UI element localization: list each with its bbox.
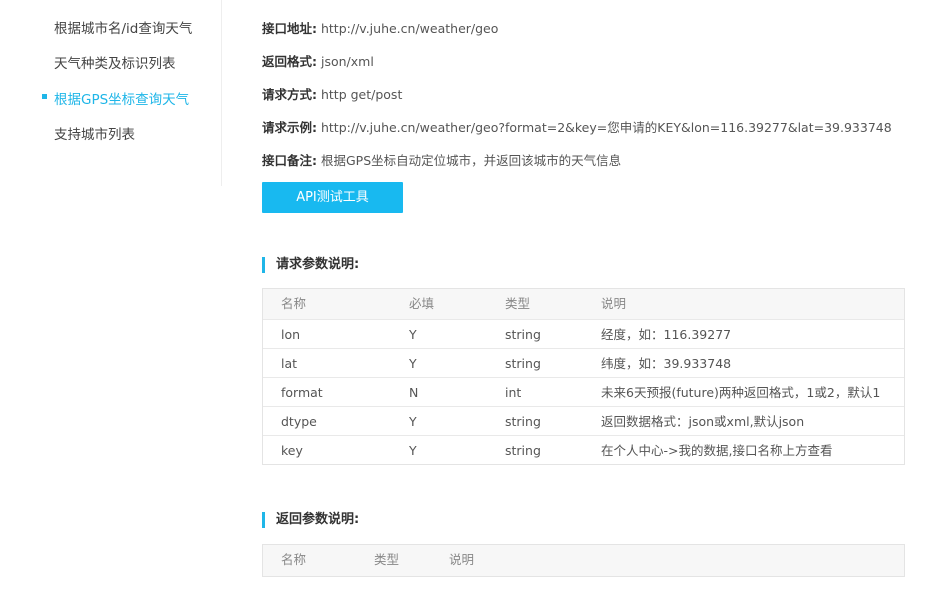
param-type: int xyxy=(505,385,522,400)
column-header-required: 必填 xyxy=(409,296,435,311)
api-url-value: http://v.juhe.cn/weather/geo xyxy=(320,21,499,36)
table-row: lon Y string 经度，如：116.39277 xyxy=(263,319,904,348)
response-params-title: 返回参数说明: xyxy=(262,512,359,528)
api-note-line: 接口备注: 根据GPS坐标自动定位城市，并返回该城市的天气信息 xyxy=(262,150,621,169)
param-description: 返回数据格式：json或xml,默认json xyxy=(601,414,805,429)
api-note-label: 接口备注: xyxy=(262,153,317,168)
active-bullet-icon xyxy=(42,94,47,99)
param-type: string xyxy=(505,414,541,429)
param-name: format xyxy=(281,385,323,400)
request-params-table: 名称 必填 类型 说明 lon Y string 经度，如：116.39277 … xyxy=(262,288,905,465)
request-example-value: http://v.juhe.cn/weather/geo?format=2&ke… xyxy=(320,120,892,135)
request-method-value: http get/post xyxy=(320,87,403,102)
column-header-type: 类型 xyxy=(505,296,531,311)
table-row: dtype Y string 返回数据格式：json或xml,默认json xyxy=(263,406,904,435)
table-header-row: 名称 必填 类型 说明 xyxy=(263,289,904,319)
param-description: 未来6天预报(future)两种返回格式，1或2，默认1 xyxy=(601,385,881,400)
api-url-line: 接口地址: http://v.juhe.cn/weather/geo xyxy=(262,18,498,37)
request-params-title: 请求参数说明: xyxy=(262,257,359,273)
param-required: Y xyxy=(409,414,417,429)
sidebar-item-weather-types[interactable]: 天气种类及标识列表 xyxy=(54,52,176,72)
response-params-table: 名称 类型 说明 xyxy=(262,544,905,577)
param-required: N xyxy=(409,385,419,400)
param-description: 经度，如：116.39277 xyxy=(601,327,732,342)
param-required: Y xyxy=(409,443,417,458)
sidebar-item-city-weather[interactable]: 根据城市名/id查询天气 xyxy=(54,17,192,37)
param-name: dtype xyxy=(281,414,317,429)
request-example-label: 请求示例: xyxy=(262,120,317,135)
sidebar-item-label: 根据GPS坐标查询天气 xyxy=(54,92,190,108)
request-example-line: 请求示例: http://v.juhe.cn/weather/geo?forma… xyxy=(262,117,892,136)
param-required: Y xyxy=(409,356,417,371)
param-type: string xyxy=(505,356,541,371)
request-method-label: 请求方式: xyxy=(262,87,317,102)
param-description: 纬度，如：39.933748 xyxy=(601,356,732,371)
table-row: key Y string 在个人中心->我的数据,接口名称上方查看 xyxy=(263,435,904,464)
sidebar-nav: 根据城市名/id查询天气 天气种类及标识列表 根据GPS坐标查询天气 支持城市列… xyxy=(0,0,222,186)
column-header-description: 说明 xyxy=(601,296,627,311)
param-type: string xyxy=(505,443,541,458)
api-url-label: 接口地址: xyxy=(262,21,317,36)
column-header-description: 说明 xyxy=(449,552,475,567)
param-type: string xyxy=(505,327,541,342)
sidebar-item-city-list[interactable]: 支持城市列表 xyxy=(54,123,135,143)
api-note-value: 根据GPS坐标自动定位城市，并返回该城市的天气信息 xyxy=(320,153,622,168)
column-header-name: 名称 xyxy=(281,552,307,567)
return-format-value: json/xml xyxy=(320,54,374,69)
param-description: 在个人中心->我的数据,接口名称上方查看 xyxy=(601,443,833,458)
param-name: key xyxy=(281,443,303,458)
table-header-row: 名称 类型 说明 xyxy=(263,545,904,576)
param-name: lat xyxy=(281,356,298,371)
table-row: lat Y string 纬度，如：39.933748 xyxy=(263,348,904,377)
request-method-line: 请求方式: http get/post xyxy=(262,84,402,103)
api-test-tool-button[interactable]: API测试工具 xyxy=(262,182,403,213)
sidebar-item-gps-weather[interactable]: 根据GPS坐标查询天气 xyxy=(42,88,190,108)
return-format-label: 返回格式: xyxy=(262,54,317,69)
column-header-type: 类型 xyxy=(374,552,400,567)
param-required: Y xyxy=(409,327,417,342)
param-name: lon xyxy=(281,327,301,342)
column-header-name: 名称 xyxy=(281,296,307,311)
table-row: format N int 未来6天预报(future)两种返回格式，1或2，默认… xyxy=(263,377,904,406)
return-format-line: 返回格式: json/xml xyxy=(262,51,374,70)
